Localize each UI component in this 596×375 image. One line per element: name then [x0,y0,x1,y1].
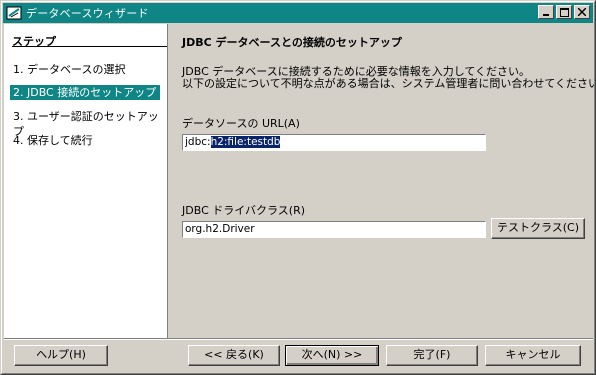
finish-button[interactable]: 完了(F) [386,345,478,366]
step-auth-setup[interactable]: 3. ユーザー認証のセットアップ [10,109,160,138]
maximize-icon [559,7,569,17]
step-content: JDBC データベースとの接続のセットアップ JDBC データベースに接続するた… [169,24,596,338]
help-button[interactable]: ヘルプ(H) [14,345,108,366]
window-controls [536,5,590,19]
test-class-button[interactable]: テストクラス(C) [491,218,585,239]
step-select-database[interactable]: 1. データベースの選択 [10,62,160,77]
url-label: データソースの URL(A) [182,117,300,130]
app-icon [6,5,22,21]
next-button[interactable]: 次へ(N) >> [285,345,379,366]
maximize-button[interactable] [556,5,572,19]
minimize-icon [543,14,549,16]
wizard-window: データベースウィザード ステップ 1. データベースの選択 2. JDBC 接続… [0,0,596,375]
step-save-continue[interactable]: 4. 保存して続行 [10,133,160,148]
cancel-button[interactable]: キャンセル [485,345,581,366]
description-line-2: 以下の設定について不明な点がある場合は、システム管理者に問い合わせてください。 [182,77,596,90]
close-button[interactable] [574,5,590,19]
description: JDBC データベースに接続するために必要な情報を入力してください。 以下の設定… [182,66,596,90]
step-jdbc-setup[interactable]: 2. JDBC 接続のセットアップ [10,85,160,100]
window-title: データベースウィザード [26,7,149,20]
url-selected-text: h2:file:testdb [210,136,281,148]
close-icon [578,8,586,16]
footer-separator [4,338,593,340]
driver-label: JDBC ドライバクラス(R) [182,204,306,217]
steps-sidebar: ステップ 1. データベースの選択 2. JDBC 接続のセットアップ 3. ユ… [4,24,168,338]
steps-divider [12,46,167,47]
url-prefix: jdbc: [185,136,211,148]
title-bar[interactable]: データベースウィザード [3,3,593,23]
page-title: JDBC データベースとの接続のセットアップ [182,36,402,49]
driver-field[interactable]: org.h2.Driver [182,221,486,238]
url-field[interactable]: jdbc:h2:file:testdb [182,134,486,151]
minimize-button[interactable] [538,5,554,19]
back-button[interactable]: << 戻る(K) [188,345,280,366]
